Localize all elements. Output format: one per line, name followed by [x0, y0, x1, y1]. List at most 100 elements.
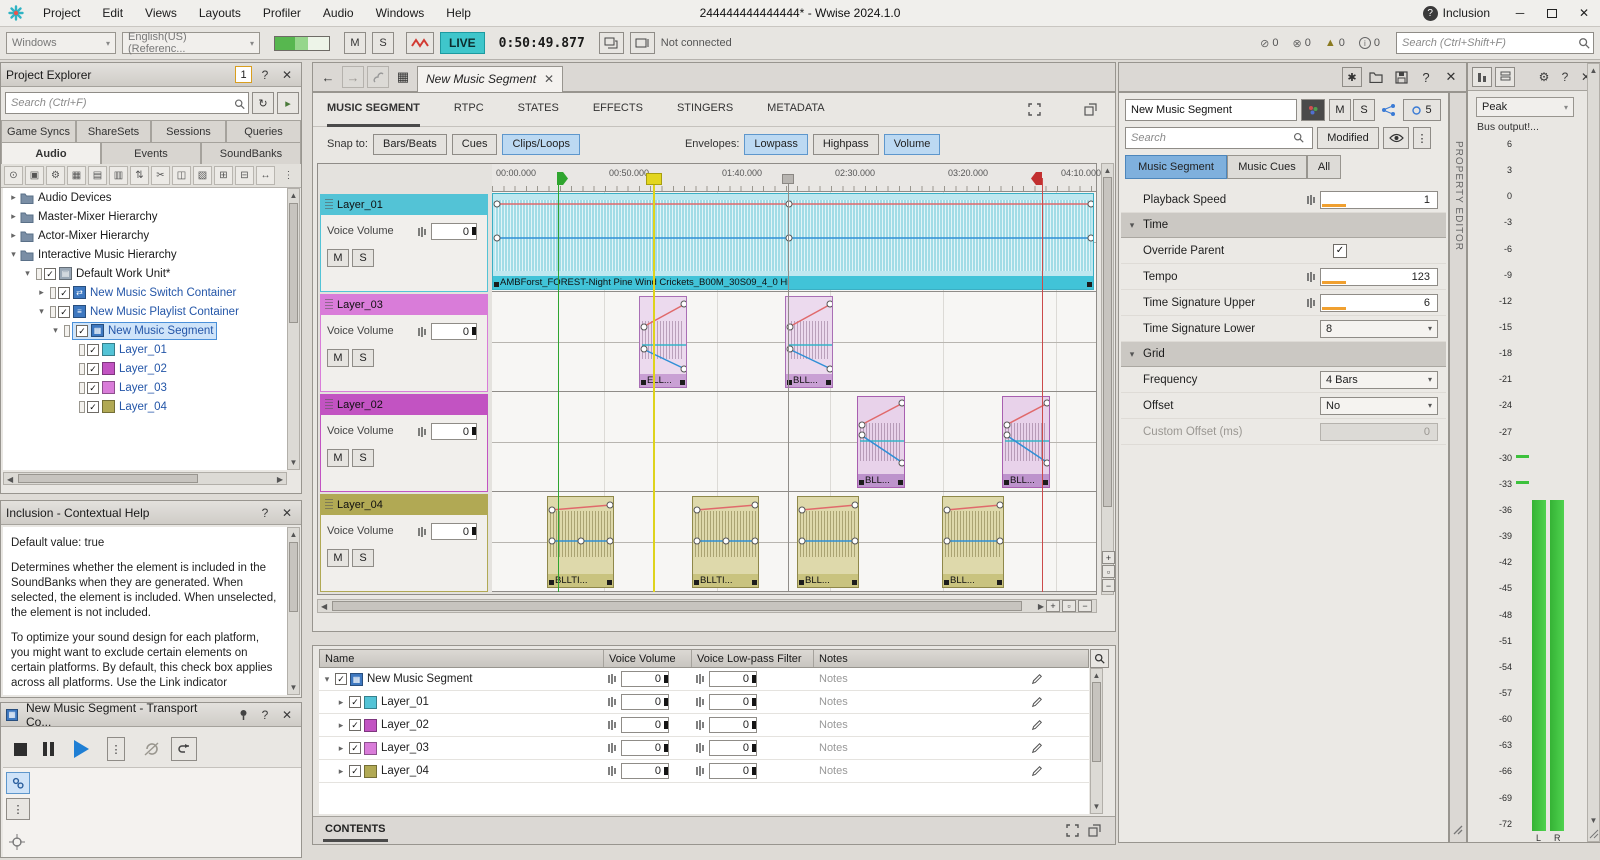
- sharesets-link-icon[interactable]: [1381, 103, 1397, 117]
- remove-icon[interactable]: ⊟: [235, 166, 254, 185]
- maximize-view-icon[interactable]: [1023, 99, 1045, 121]
- tab-effects[interactable]: EFFECTS: [593, 93, 643, 127]
- inclusion-checkbox[interactable]: ✓: [87, 344, 99, 356]
- error-counter[interactable]: ⊗0: [1293, 37, 1311, 50]
- expander-icon[interactable]: ▾: [319, 674, 335, 685]
- drag-grip-icon[interactable]: [325, 299, 333, 311]
- tab-soundbanks[interactable]: SoundBanks: [201, 142, 301, 164]
- tree-item-music-segment[interactable]: ▾ ✓ ▦ New Music Segment: [3, 321, 287, 340]
- modified-filter-button[interactable]: Modified: [1317, 127, 1379, 149]
- tab-metadata[interactable]: METADATA: [767, 93, 824, 127]
- column-header-voice-volume[interactable]: Voice Volume: [604, 650, 692, 667]
- tempo-value[interactable]: 123: [1320, 268, 1438, 286]
- notes-placeholder[interactable]: Notes: [819, 696, 848, 708]
- drag-grip-icon[interactable]: [325, 499, 333, 511]
- table-row-layer-03[interactable]: ▸ ✓ Layer_03 0 0 Notes: [319, 737, 1089, 760]
- expander-icon[interactable]: ▸: [333, 766, 349, 777]
- remote-platform-icon[interactable]: [630, 32, 655, 54]
- property-row-frequency[interactable]: Frequency 4 Bars▾: [1121, 367, 1446, 393]
- expander-icon[interactable]: ▸: [7, 230, 20, 241]
- tab-contents[interactable]: CONTENTS: [323, 819, 388, 842]
- property-row-time-signature-lower[interactable]: Time Signature Lower 8▾: [1121, 316, 1446, 342]
- tree-item-playlist-container[interactable]: ▾ ✓ ≡ New Music Playlist Container: [3, 302, 287, 321]
- expander-icon[interactable]: ▸: [333, 743, 349, 754]
- envelope-lowpass-button[interactable]: Lowpass: [744, 134, 807, 155]
- meter-view-icon[interactable]: [1472, 67, 1492, 87]
- track-mute-button[interactable]: M: [327, 549, 349, 567]
- low-pass-value[interactable]: 0: [709, 763, 757, 779]
- tree-item-layer-02[interactable]: ✓ Layer_02: [3, 359, 287, 378]
- minimize-button[interactable]: ─: [1504, 0, 1536, 27]
- tab-sessions[interactable]: Sessions: [151, 120, 226, 142]
- inclusion-checkbox[interactable]: ✓: [58, 306, 70, 318]
- color-picker-icon[interactable]: [1301, 99, 1325, 121]
- time-signature-lower-dropdown[interactable]: 8▾: [1320, 320, 1438, 338]
- voice-volume-value[interactable]: 0: [431, 323, 477, 340]
- zoom-fit-icon[interactable]: ▫: [1062, 600, 1076, 612]
- master-solo-button[interactable]: S: [372, 32, 394, 54]
- profiler-capture-icon[interactable]: [406, 32, 434, 54]
- property-search-input[interactable]: [1125, 127, 1313, 149]
- notes-placeholder[interactable]: Notes: [819, 765, 848, 777]
- message-counter[interactable]: i0: [1359, 37, 1380, 49]
- live-button[interactable]: LIVE: [440, 32, 485, 54]
- menu-help[interactable]: Help: [435, 0, 482, 27]
- panel-help-icon[interactable]: ?: [256, 504, 274, 522]
- drag-grip-icon[interactable]: [325, 199, 333, 211]
- inclusion-checkbox[interactable]: ✓: [349, 742, 361, 754]
- v-zoom-out-icon[interactable]: −: [1102, 579, 1115, 592]
- nav-forward-icon[interactable]: →: [342, 66, 364, 88]
- inclusion-checkbox[interactable]: ✓: [87, 363, 99, 375]
- tree-item-default-work-unit[interactable]: ▾ ✓ ▤ Default Work Unit*: [3, 264, 287, 283]
- cut-icon[interactable]: ✂: [151, 166, 170, 185]
- track-header-layer-01[interactable]: Layer_01 Voice Volume 0 M S: [320, 194, 488, 292]
- audio-clip[interactable]: BLL...: [942, 496, 1004, 588]
- track-solo-button[interactable]: S: [352, 349, 374, 367]
- voice-volume-value[interactable]: 0: [621, 717, 669, 733]
- explorer-search-input[interactable]: [5, 92, 249, 114]
- voice-volume-value[interactable]: 0: [621, 671, 669, 687]
- global-search-input[interactable]: [1396, 32, 1594, 54]
- menu-profiler[interactable]: Profiler: [252, 0, 312, 27]
- settings-icon[interactable]: ⚙: [46, 166, 65, 185]
- tree-item-layer-04[interactable]: ✓ Layer_04: [3, 397, 287, 416]
- inclusion-checkbox[interactable]: ✓: [349, 719, 361, 731]
- audio-clip[interactable]: ELL...: [639, 296, 687, 388]
- expand-all-icon[interactable]: ↔: [256, 166, 275, 185]
- tree-vertical-scrollbar[interactable]: ▲▼: [287, 188, 300, 470]
- inclusion-checkbox[interactable]: ✓: [87, 401, 99, 413]
- paste-icon[interactable]: ▧: [193, 166, 212, 185]
- tree-item-audio-devices[interactable]: ▸ Audio Devices: [3, 188, 287, 207]
- voice-volume-value[interactable]: 0: [431, 423, 477, 440]
- tree-item-actor-mixer[interactable]: ▸ Actor-Mixer Hierarchy: [3, 226, 287, 245]
- custom-cue-marker-yellow[interactable]: [646, 173, 662, 185]
- snap-cues-button[interactable]: Cues: [452, 134, 498, 155]
- audio-clip[interactable]: BLL...: [857, 396, 905, 488]
- crosshair-icon[interactable]: [9, 834, 25, 850]
- panel-close-icon[interactable]: ✕: [278, 706, 296, 724]
- inclusion-checkbox[interactable]: ✓: [349, 696, 361, 708]
- panel-close-icon[interactable]: ✕: [278, 504, 296, 522]
- warning-counter[interactable]: ▲0: [1325, 37, 1345, 49]
- meter-settings-icon[interactable]: ⚙: [1535, 68, 1553, 86]
- column-header-low-pass[interactable]: Voice Low-pass Filter: [692, 650, 814, 667]
- layout-help-label[interactable]: Inclusion: [1443, 6, 1490, 20]
- low-pass-value[interactable]: 0: [709, 671, 757, 687]
- property-row-offset[interactable]: Offset No▾: [1121, 393, 1446, 419]
- table-row-layer-02[interactable]: ▸ ✓ Layer_02 0 0 Notes: [319, 714, 1089, 737]
- folder-view-icon[interactable]: ▣: [25, 166, 44, 185]
- track-mute-button[interactable]: M: [327, 449, 349, 467]
- audio-clip[interactable]: BLLTI...: [547, 496, 614, 588]
- menu-layouts[interactable]: Layouts: [188, 0, 252, 27]
- tab-rtpc[interactable]: RTPC: [454, 93, 484, 127]
- property-row-time-signature-upper[interactable]: Time Signature Upper 6: [1121, 290, 1446, 316]
- tab-queries[interactable]: Queries: [226, 120, 301, 142]
- meter-list-icon[interactable]: [1495, 67, 1515, 87]
- add-icon[interactable]: ⊞: [214, 166, 233, 185]
- audio-clip[interactable]: BLL...: [1002, 396, 1050, 488]
- notes-placeholder[interactable]: Notes: [819, 673, 848, 685]
- inclusion-checkbox[interactable]: ✓: [44, 268, 56, 280]
- stop-button[interactable]: [7, 743, 33, 756]
- timeline-ruler[interactable]: 00:00.00000:50.00001:40.00002:30.00003:2…: [492, 164, 1096, 192]
- edit-notes-icon[interactable]: [1031, 719, 1043, 731]
